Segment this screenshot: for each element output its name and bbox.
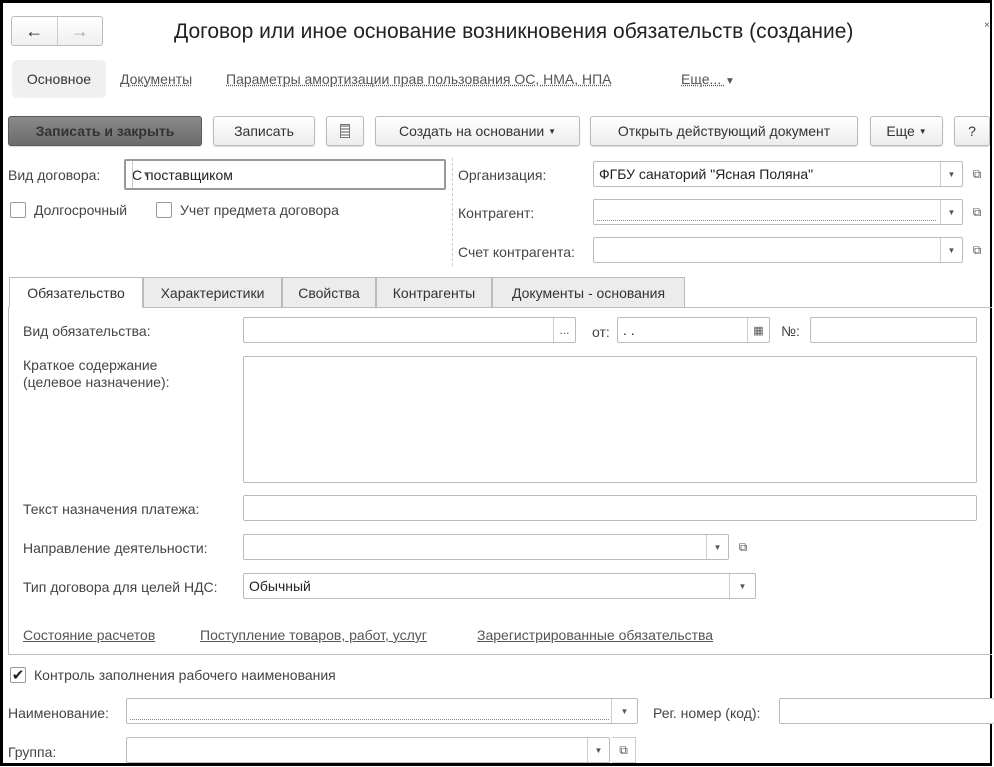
organization-value: ФГБУ санаторий "Ясная Поляна"	[599, 166, 814, 182]
dropdown-icon[interactable]: ▼	[729, 574, 755, 598]
dropdown-icon[interactable]: ▼	[587, 738, 609, 762]
name-label: Наименование:	[8, 705, 109, 721]
back-button[interactable]: ←	[12, 17, 58, 45]
close-button[interactable]: ×	[984, 20, 990, 31]
section-main[interactable]: Основное	[12, 60, 106, 98]
dropdown-icon[interactable]: ▼	[940, 238, 962, 262]
vat-type-label: Тип договора для целей НДС:	[23, 579, 218, 595]
summary-label-1: Краткое содержание	[23, 357, 158, 373]
open-icon[interactable]: ⧉	[965, 161, 989, 187]
select-ellipsis-icon[interactable]: ...	[553, 318, 575, 342]
dropdown-icon[interactable]: ▼	[706, 535, 728, 559]
summary-textarea[interactable]	[243, 356, 977, 483]
date-value: . .	[623, 322, 635, 338]
more-button[interactable]: Еще ▼	[870, 116, 943, 146]
open-icon[interactable]: ⧉	[965, 237, 989, 263]
input-underline	[597, 220, 936, 221]
group-label: Группа:	[8, 744, 57, 760]
vat-type-field[interactable]: Обычный ▼	[243, 573, 756, 599]
link-registered[interactable]: Зарегистрированные обязательства	[477, 627, 713, 643]
chevron-down-icon: ▼	[725, 76, 735, 87]
subject-checkbox[interactable]	[156, 202, 172, 218]
account-field[interactable]: ▼	[593, 237, 963, 263]
control-label: Контроль заполнения рабочего наименовани…	[34, 667, 336, 683]
more-label: Еще	[886, 123, 915, 139]
section-amortization[interactable]: Параметры амортизации прав пользования О…	[226, 71, 612, 87]
dropdown-icon[interactable]: ▼	[132, 161, 160, 188]
input-underline	[130, 719, 609, 720]
list-icon	[340, 124, 350, 138]
payment-text-label: Текст назначения платежа:	[23, 501, 200, 517]
long-term-label: Долгосрочный	[34, 202, 128, 218]
open-icon[interactable]: ⧉	[612, 737, 636, 763]
number-label: №:	[781, 323, 800, 339]
obligation-kind-label: Вид обязательства:	[23, 323, 151, 339]
section-more[interactable]: Еще... ▼	[681, 71, 735, 87]
save-close-button[interactable]: Записать и закрыть	[8, 116, 202, 146]
forward-button[interactable]: →	[58, 17, 103, 45]
obligation-kind-field[interactable]: ...	[243, 317, 576, 343]
open-icon[interactable]: ⧉	[731, 534, 755, 560]
divider	[452, 158, 453, 266]
account-label: Счет контрагента:	[458, 244, 575, 260]
summary-label-2: (целевое назначение):	[23, 374, 170, 390]
vat-type-value: Обычный	[249, 578, 311, 594]
link-settlements[interactable]: Состояние расчетов	[23, 627, 155, 643]
payment-text-field[interactable]	[243, 495, 977, 521]
subject-label: Учет предмета договора	[180, 202, 339, 218]
tab-counterparties[interactable]: Контрагенты	[376, 277, 492, 308]
calendar-icon[interactable]: ▦	[747, 318, 769, 342]
chevron-down-icon: ▼	[918, 126, 927, 136]
counterparty-field[interactable]: ▼	[593, 199, 963, 225]
window-title: Договор или иное основание возникновения…	[174, 20, 854, 43]
tab-properties[interactable]: Свойства	[282, 277, 376, 308]
tab-characteristics[interactable]: Характеристики	[143, 277, 282, 308]
group-field[interactable]: ▼	[126, 737, 610, 763]
dropdown-icon[interactable]: ▼	[940, 162, 962, 186]
tab-basis-documents[interactable]: Документы - основания	[492, 277, 685, 308]
name-field[interactable]: ▼	[126, 698, 638, 724]
from-label: от:	[592, 324, 610, 340]
help-button[interactable]: ?	[954, 116, 990, 146]
contract-type-field[interactable]: С поставщиком ▼	[124, 159, 446, 190]
reg-number-field[interactable]	[779, 698, 994, 724]
control-checkbox[interactable]: ✔	[10, 667, 26, 684]
create-based-button[interactable]: Создать на основании ▼	[375, 116, 580, 146]
reg-number-label: Рег. номер (код):	[653, 705, 761, 721]
long-term-checkbox[interactable]	[10, 202, 26, 218]
link-receipts[interactable]: Поступление товаров, работ, услуг	[200, 627, 427, 643]
date-field[interactable]: . . ▦	[617, 317, 770, 343]
activity-field[interactable]: ▼	[243, 534, 729, 560]
dropdown-icon[interactable]: ▼	[940, 200, 962, 224]
section-documents[interactable]: Документы	[120, 71, 192, 87]
chevron-down-icon: ▼	[548, 126, 557, 136]
tab-obligation[interactable]: Обязательство	[9, 277, 143, 308]
save-button[interactable]: Записать	[213, 116, 315, 146]
dropdown-icon[interactable]: ▼	[611, 699, 637, 723]
organization-label: Организация:	[458, 167, 547, 183]
activity-label: Направление деятельности:	[23, 540, 208, 556]
open-icon[interactable]: ⧉	[965, 199, 989, 225]
create-based-label: Создать на основании	[398, 123, 545, 139]
number-field[interactable]	[810, 317, 977, 343]
counterparty-label: Контрагент:	[458, 205, 535, 221]
section-more-label: Еще...	[681, 71, 722, 87]
open-document-button[interactable]: Открыть действующий документ	[590, 116, 858, 146]
nav-buttons: ← →	[11, 16, 103, 46]
organization-field[interactable]: ФГБУ санаторий "Ясная Поляна" ▼	[593, 161, 963, 187]
contract-type-label: Вид договора:	[8, 167, 101, 183]
report-button[interactable]	[326, 116, 364, 146]
